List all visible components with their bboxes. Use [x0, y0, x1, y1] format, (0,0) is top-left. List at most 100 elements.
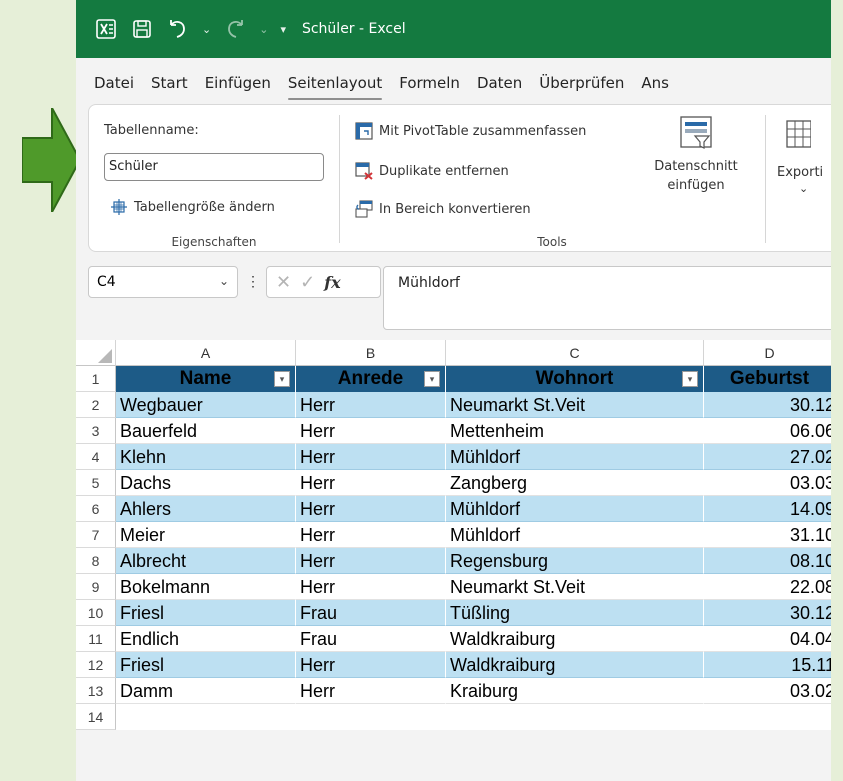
cell-name[interactable]: Damm [116, 678, 296, 704]
row-number[interactable]: 5 [76, 470, 116, 496]
cell-wohnort[interactable]: Waldkraiburg [446, 652, 704, 678]
cell-geb[interactable]: 14.09 [704, 496, 832, 522]
insert-function-icon[interactable]: fx [324, 273, 340, 292]
cell-geb[interactable]: 15.11 [704, 652, 832, 678]
name-box-dropdown-icon[interactable]: ⌄ [219, 274, 229, 288]
row-number[interactable]: 11 [76, 626, 116, 652]
header-name[interactable]: Name [116, 366, 296, 392]
filter-dropdown-icon[interactable]: ▾ [682, 371, 698, 387]
more-options-icon[interactable]: ⋮ [246, 273, 260, 290]
row-number[interactable]: 10 [76, 600, 116, 626]
menu-daten[interactable]: Daten [477, 74, 522, 104]
cell-geb[interactable]: 27.02 [704, 444, 832, 470]
row-number[interactable]: 6 [76, 496, 116, 522]
export-dropdown-icon[interactable]: ⌄ [799, 182, 808, 195]
row-number[interactable]: 8 [76, 548, 116, 574]
cell-anrede[interactable]: Herr [296, 496, 446, 522]
cell-name[interactable]: Bokelmann [116, 574, 296, 600]
remove-duplicates-button[interactable]: Duplikate entfernen [354, 161, 509, 181]
cell-anrede[interactable]: Frau [296, 600, 446, 626]
cell-geb[interactable]: 22.08 [704, 574, 832, 600]
formula-input[interactable]: Mühldorf [383, 266, 832, 330]
column-header-d[interactable]: D [704, 340, 832, 366]
save-icon[interactable] [130, 17, 154, 41]
menu-formeln[interactable]: Formeln [399, 74, 460, 104]
cell-wohnort[interactable]: Mühldorf [446, 496, 704, 522]
cell-geb[interactable]: 04.04 [704, 626, 832, 652]
cell-anrede[interactable]: Herr [296, 678, 446, 704]
cell-geb[interactable]: 08.10 [704, 548, 832, 574]
menu-ansicht[interactable]: Ans [641, 74, 669, 104]
cell-wohnort[interactable]: Mühldorf [446, 522, 704, 548]
cell-name[interactable]: Bauerfeld [116, 418, 296, 444]
cell-geb[interactable]: 30.12 [704, 392, 832, 418]
table-name-input[interactable]: Schüler [104, 153, 324, 181]
cell-wohnort[interactable]: Mühldorf [446, 444, 704, 470]
cell-name[interactable]: Klehn [116, 444, 296, 470]
cell-name[interactable]: Meier [116, 522, 296, 548]
cell-geb[interactable]: 31.10 [704, 522, 832, 548]
column-header-b[interactable]: B [296, 340, 446, 366]
cell-wohnort[interactable]: Regensburg [446, 548, 704, 574]
cell-geb[interactable]: 06.06 [704, 418, 832, 444]
row-number[interactable]: 2 [76, 392, 116, 418]
cell-name[interactable]: Friesl [116, 652, 296, 678]
cell-wohnort[interactable]: Mettenheim [446, 418, 704, 444]
filter-dropdown-icon[interactable]: ▾ [424, 371, 440, 387]
menu-ueberpruefen[interactable]: Überprüfen [539, 74, 624, 104]
row-number[interactable]: 9 [76, 574, 116, 600]
resize-table-button[interactable]: Tabellengröße ändern [109, 197, 275, 217]
export-button[interactable]: Exporti ⌄ [777, 115, 832, 195]
column-header-c[interactable]: C [446, 340, 704, 366]
cell-geb[interactable]: 03.02 [704, 678, 832, 704]
cell-name[interactable]: Wegbauer [116, 392, 296, 418]
cell-anrede[interactable]: Frau [296, 626, 446, 652]
empty-row[interactable] [116, 704, 832, 730]
row-number[interactable]: 14 [76, 704, 116, 730]
cell-anrede[interactable]: Herr [296, 470, 446, 496]
redo-dropdown-icon[interactable]: ⌄ [259, 23, 268, 36]
cell-wohnort[interactable]: Tüßling [446, 600, 704, 626]
cell-name[interactable]: Albrecht [116, 548, 296, 574]
row-number[interactable]: 1 [76, 366, 116, 392]
undo-icon[interactable] [166, 17, 190, 41]
cancel-icon[interactable]: ✕ [276, 272, 291, 293]
cell-wohnort[interactable]: Neumarkt St.Veit [446, 574, 704, 600]
row-number[interactable]: 4 [76, 444, 116, 470]
undo-dropdown-icon[interactable]: ⌄ [202, 23, 211, 36]
name-box[interactable]: C4 ⌄ [88, 266, 238, 298]
menu-seitenlayout[interactable]: Seitenlayout [287, 74, 383, 104]
insert-slicer-button[interactable]: Datenschnitt einfügen [646, 113, 746, 193]
pivot-table-button[interactable]: Mit PivotTable zusammenfassen [354, 121, 586, 141]
header-wohnort[interactable]: Wohnort [446, 366, 704, 392]
cell-wohnort[interactable]: Kraiburg [446, 678, 704, 704]
menu-einfuegen[interactable]: Einfügen [205, 74, 271, 104]
column-header-a[interactable]: A [116, 340, 296, 366]
row-number[interactable]: 13 [76, 678, 116, 704]
menu-start[interactable]: Start [151, 74, 188, 104]
cell-name[interactable]: Ahlers [116, 496, 296, 522]
cell-geb[interactable]: 30.12 [704, 600, 832, 626]
redo-icon[interactable] [223, 17, 247, 41]
cell-wohnort[interactable]: Waldkraiburg [446, 626, 704, 652]
cell-name[interactable]: Dachs [116, 470, 296, 496]
select-all-corner[interactable] [76, 340, 116, 366]
cell-name[interactable]: Friesl [116, 600, 296, 626]
cell-geb[interactable]: 03.03 [704, 470, 832, 496]
filter-dropdown-icon[interactable]: ▾ [274, 371, 290, 387]
cell-wohnort[interactable]: Zangberg [446, 470, 704, 496]
enter-icon[interactable]: ✓ [300, 272, 315, 293]
cell-anrede[interactable]: Herr [296, 418, 446, 444]
cell-anrede[interactable]: Herr [296, 548, 446, 574]
row-number[interactable]: 3 [76, 418, 116, 444]
cell-anrede[interactable]: Herr [296, 522, 446, 548]
cell-wohnort[interactable]: Neumarkt St.Veit [446, 392, 704, 418]
row-number[interactable]: 7 [76, 522, 116, 548]
cell-anrede[interactable]: Herr [296, 444, 446, 470]
menu-datei[interactable]: Datei [94, 74, 134, 104]
header-geburtstag[interactable]: Geburtst [704, 366, 832, 392]
row-number[interactable]: 12 [76, 652, 116, 678]
cell-anrede[interactable]: Herr [296, 392, 446, 418]
convert-to-range-button[interactable]: In Bereich konvertieren [354, 199, 531, 219]
cell-anrede[interactable]: Herr [296, 574, 446, 600]
